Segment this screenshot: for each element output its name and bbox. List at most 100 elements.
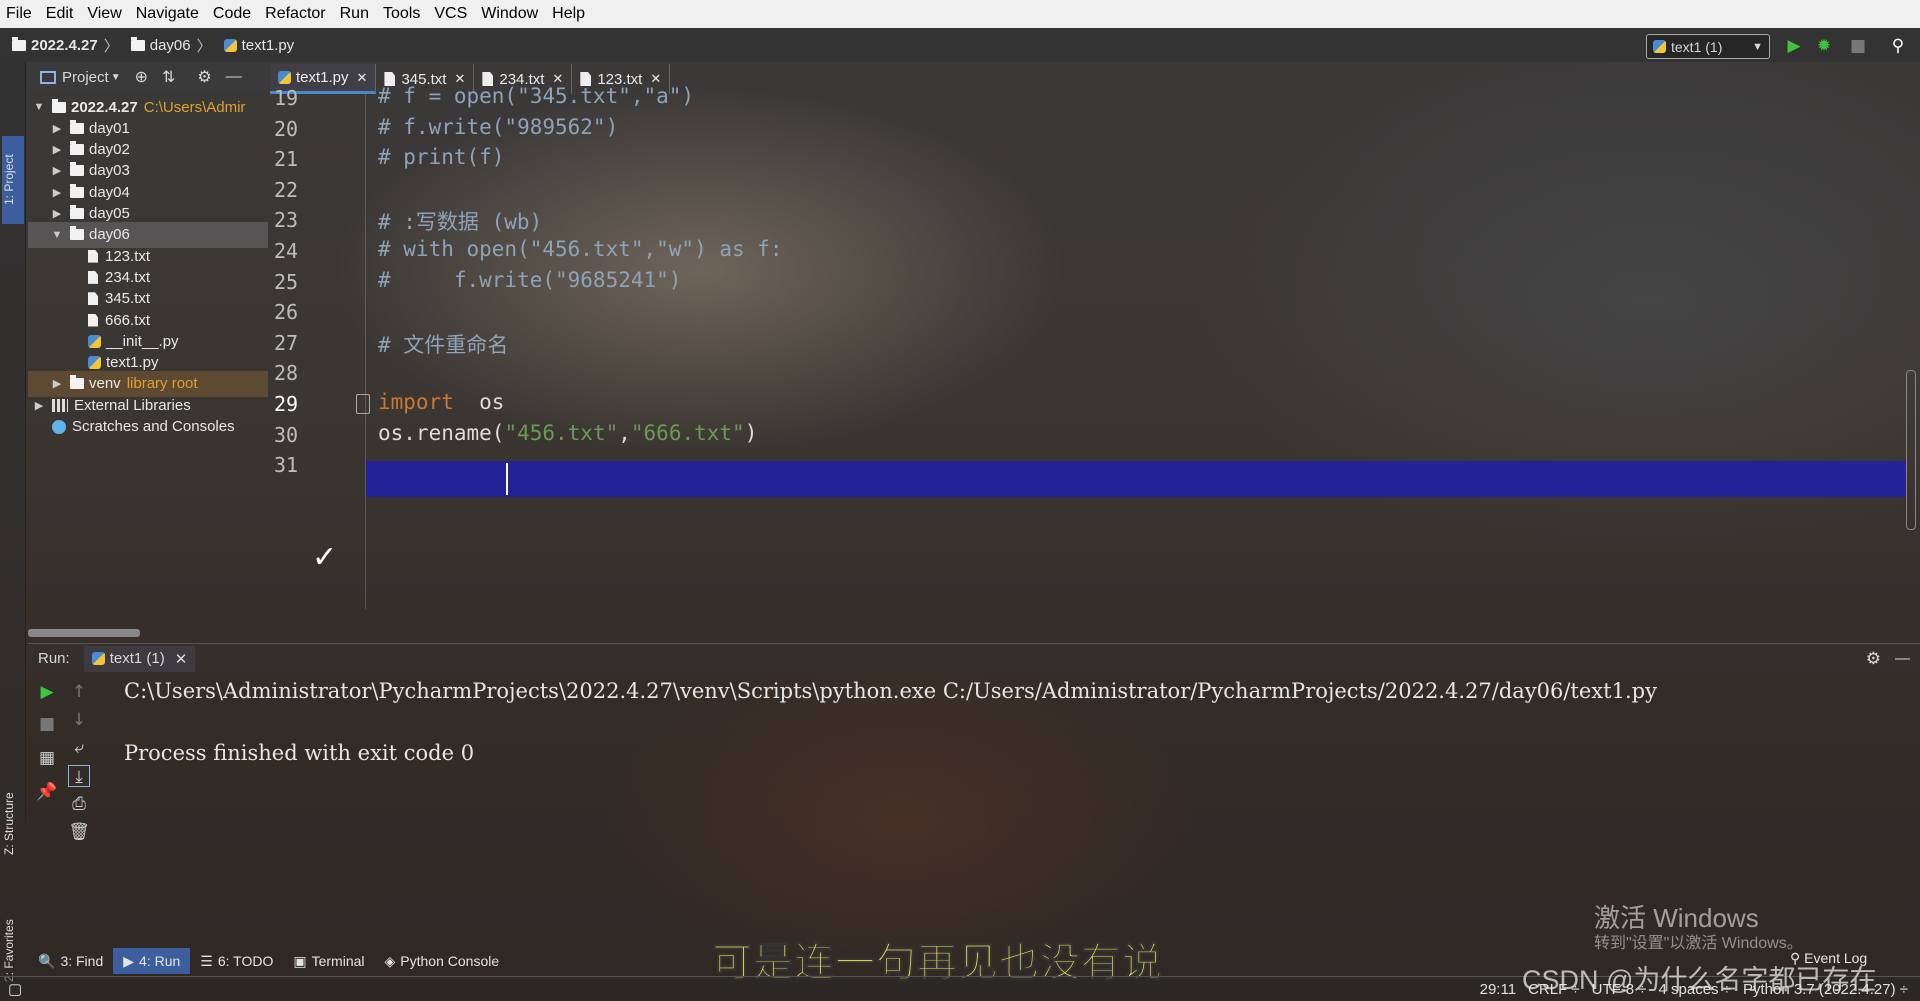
scratches-icon [52, 419, 66, 434]
collapsed-arrow-icon[interactable]: ▶ [50, 143, 64, 156]
toggle-tool-windows-icon[interactable]: ▢ [8, 980, 22, 998]
locate-target-icon[interactable]: ⊕ [135, 67, 148, 87]
tool-window-icon: ▣ [293, 952, 307, 969]
soft-wrap-icon[interactable]: ⤶ [68, 737, 90, 759]
menu-item-view[interactable]: View [87, 5, 121, 23]
collapse-all-icon[interactable]: ⇅ [162, 67, 175, 87]
tree-item-scratches-and-consoles[interactable]: Scratches and Consoles [28, 414, 268, 440]
collapsed-arrow-icon[interactable]: ▶ [50, 122, 64, 135]
tree-item-hint: library root [126, 375, 198, 393]
pin-icon[interactable]: 📌 [36, 781, 58, 803]
breadcrumb-label: 2022.4.27 [31, 36, 98, 54]
bottom-tab-label: 4: Run [139, 953, 181, 969]
horizontal-scrollbar[interactable] [28, 629, 140, 637]
code-token: # :写数据 (wb) [378, 210, 543, 235]
bottom-tab-6-todo[interactable]: ☰ 6: TODO [190, 948, 283, 974]
menu-item-help[interactable]: Help [552, 5, 585, 23]
code-token: "666.txt" [630, 420, 745, 445]
line-number: 31 [274, 453, 299, 478]
run-button[interactable]: ▶ [1784, 36, 1804, 56]
line-number: 20 [274, 116, 299, 141]
print-icon[interactable]: ⎙ [68, 793, 90, 815]
text-caret [506, 463, 508, 495]
bottom-tab-4-run[interactable]: ▶ 4: Run [113, 948, 191, 974]
tool-window-icon: ◈ [384, 952, 396, 969]
expanded-arrow-icon[interactable]: ▼ [32, 101, 46, 113]
run-console-output[interactable]: C:\Users\Administrator\PycharmProjects\2… [122, 675, 1912, 935]
tool-tab-label: 2: Favorites [2, 919, 16, 983]
scroll-to-end-icon[interactable]: ⤓ [68, 765, 90, 787]
menu-item-vcs[interactable]: VCS [434, 5, 467, 23]
code-token: ) [744, 420, 758, 445]
python-icon [91, 652, 105, 665]
collapsed-arrow-icon[interactable]: ▶ [50, 186, 64, 199]
search-icon[interactable]: ⚲ [1888, 36, 1908, 56]
breadcrumb-folder[interactable]: day06 〉 [130, 35, 212, 56]
code-token: import [378, 390, 454, 414]
menu-item-run[interactable]: Run [340, 5, 369, 23]
vertical-scrollbar[interactable] [1906, 370, 1916, 530]
breadcrumb-project[interactable]: 2022.4.27 〉 [12, 35, 119, 56]
menu-item-code[interactable]: Code [213, 5, 251, 23]
menu-item-edit[interactable]: Edit [46, 5, 74, 23]
code-token: # f.write("9685241") [378, 267, 682, 292]
menu-item-tools[interactable]: Tools [383, 5, 420, 23]
bottom-tab-terminal[interactable]: ▣ Terminal [283, 948, 374, 974]
menu-item-navigate[interactable]: Navigate [136, 5, 199, 23]
hide-panel-icon[interactable]: — [226, 68, 242, 86]
folder-icon [70, 141, 84, 156]
menu-item-file[interactable]: File [6, 5, 32, 23]
project-panel-header: Project ▼ ⊕ ⇅ ⚙ — [28, 62, 268, 92]
navigation-bar: 2022.4.27 〉 day06 〉 text1.py [0, 28, 1920, 62]
project-view-selector[interactable]: Project ▼ [40, 69, 121, 86]
line-number: 27 [274, 330, 299, 355]
tree-item-label: 234.txt [105, 268, 151, 286]
close-icon[interactable]: ✕ [175, 650, 188, 668]
close-icon[interactable]: ✕ [357, 70, 368, 86]
stop-icon[interactable]: ■ [36, 713, 58, 735]
text-file-icon [88, 292, 98, 306]
collapsed-arrow-icon[interactable]: ▶ [50, 164, 64, 177]
status-item[interactable]: 29:11 [1480, 981, 1516, 998]
code-token: os.rename( [378, 420, 505, 445]
console-line: Process finished with exit code 0 [124, 741, 475, 765]
menu-item-refactor[interactable]: Refactor [265, 5, 325, 23]
tree-item-label: day02 [89, 141, 130, 159]
code-token: # f.write("989562") [378, 114, 619, 139]
code-line: # 文件重命名 [378, 329, 508, 359]
rerun-icon[interactable]: ▶ [36, 681, 58, 703]
bottom-tab-python-console[interactable]: ◈ Python Console [375, 948, 510, 974]
run-panel-label: Run: [38, 650, 70, 667]
layout-icon[interactable]: ▦ [36, 747, 58, 769]
breadcrumb-label: text1.py [241, 36, 295, 54]
bottom-tab-label: 3: Find [60, 953, 104, 969]
python-file-icon [88, 334, 101, 348]
code-line: # f.write("989562") [378, 115, 618, 139]
tool-tab-project[interactable]: 1: Project [2, 136, 24, 224]
collapsed-arrow-icon[interactable]: ▶ [50, 377, 64, 390]
breadcrumb-file[interactable]: text1.py [223, 36, 295, 54]
collapsed-arrow-icon[interactable]: ▶ [50, 207, 64, 220]
tool-tab-structure[interactable]: Z: Structure [2, 774, 24, 874]
bottom-tab-3-find[interactable]: 🔍 3: Find [28, 948, 113, 974]
debug-bug-icon[interactable]: ✹ [1814, 36, 1834, 56]
hide-panel-icon[interactable]: — [1895, 650, 1910, 667]
run-configuration-select[interactable]: text1 (1) ▼ [1646, 34, 1770, 59]
text-file-icon [88, 249, 98, 263]
menu-item-window[interactable]: Window [481, 5, 538, 23]
down-arrow-icon[interactable]: ↓ [68, 709, 90, 731]
tree-item-label: day03 [89, 162, 130, 180]
collapsed-arrow-icon[interactable]: ▶ [32, 399, 46, 412]
bottom-tab-label: Terminal [311, 953, 365, 969]
code-line: # f.write("9685241") [378, 268, 681, 292]
code-editor[interactable]: # f = open("345.txt","a") # f.write("9895… [366, 84, 1906, 609]
stop-button[interactable]: ■ [1848, 36, 1868, 56]
trash-icon[interactable]: 🗑 [68, 821, 90, 843]
gear-icon[interactable]: ⚙ [197, 67, 211, 87]
folder-icon [70, 226, 84, 241]
fold-marker-icon[interactable] [356, 394, 370, 414]
run-tab[interactable]: text1 (1) ✕ [83, 645, 196, 672]
up-arrow-icon[interactable]: ↑ [68, 681, 90, 703]
expanded-arrow-icon[interactable]: ▼ [50, 229, 64, 241]
gear-icon[interactable]: ⚙ [1866, 649, 1881, 669]
